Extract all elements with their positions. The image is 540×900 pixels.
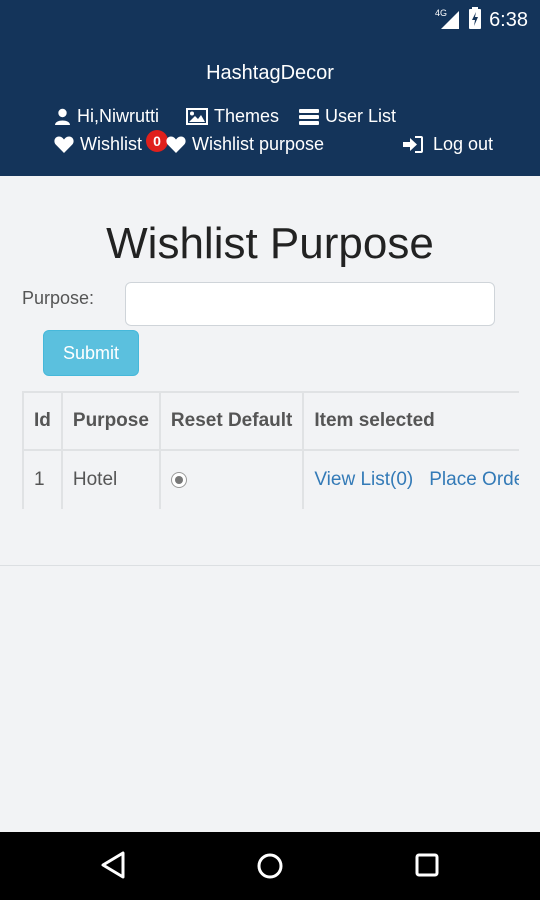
cell-purpose: Hotel xyxy=(60,449,161,509)
content-divider xyxy=(0,565,540,566)
heart-icon xyxy=(54,136,74,153)
purpose-input[interactable] xyxy=(125,282,495,326)
nav-wishlist[interactable]: Wishlist xyxy=(54,134,142,155)
nav-themes[interactable]: Themes xyxy=(186,106,279,127)
nav-user-list[interactable]: User List xyxy=(299,106,396,127)
home-icon[interactable] xyxy=(256,852,284,885)
image-icon xyxy=(186,108,208,125)
place-order-link[interactable]: Place Order xyxy=(429,469,519,490)
cell-item-selected: View List(0) Place Order xyxy=(302,449,519,509)
column-header-item-selected: Item selected xyxy=(302,391,519,451)
column-header-id: Id xyxy=(22,391,63,451)
nav-logout-label: Log out xyxy=(433,134,494,154)
back-icon[interactable] xyxy=(100,850,126,885)
reset-default-radio[interactable] xyxy=(170,471,187,488)
nav-themes-label: Themes xyxy=(214,106,280,126)
submit-button[interactable]: Submit xyxy=(43,330,139,376)
nav-wishlist-purpose-label: Wishlist purpose xyxy=(192,134,325,154)
system-nav-bar xyxy=(0,832,540,900)
app-header: HashtagDecor Hi,Niwrutti Themes User Lis… xyxy=(0,36,540,176)
nav-user-label: Hi,Niwrutti xyxy=(77,106,160,126)
table-row: 1 Hotel View List(0) Place Order xyxy=(22,449,519,509)
nav-logout[interactable]: Log out xyxy=(403,134,493,155)
nav-wishlist-label: Wishlist xyxy=(80,134,142,154)
purpose-table-wrapper: Id Purpose Reset Default Item selected 1… xyxy=(22,391,519,509)
cell-reset-default xyxy=(158,449,305,509)
wishlist-count-badge: 0 xyxy=(146,130,168,152)
nav-user-list-label: User List xyxy=(325,106,397,126)
table-header-row: Id Purpose Reset Default Item selected xyxy=(22,391,519,451)
page-title: Wishlist Purpose xyxy=(106,219,434,269)
nav-wishlist-purpose[interactable]: Wishlist purpose xyxy=(166,134,324,155)
purpose-label: Purpose: xyxy=(22,288,95,308)
status-bar: 4G 6:38 xyxy=(0,0,540,36)
view-list-link[interactable]: View List(0) xyxy=(314,469,413,490)
purpose-table: Id Purpose Reset Default Item selected 1… xyxy=(22,391,519,509)
nav-user[interactable]: Hi,Niwrutti xyxy=(54,106,159,127)
signal-icon: 4G xyxy=(435,7,461,34)
recents-icon[interactable] xyxy=(414,852,440,883)
clock: 6:38 xyxy=(489,9,528,31)
heart-icon xyxy=(166,136,186,153)
cell-id: 1 xyxy=(22,449,63,509)
user-icon xyxy=(54,108,71,125)
sign-out-icon xyxy=(403,136,423,153)
column-header-purpose: Purpose xyxy=(60,391,161,451)
network-type: 4G xyxy=(435,8,447,18)
battery-icon xyxy=(469,7,482,34)
list-icon xyxy=(299,108,319,125)
column-header-reset-default: Reset Default xyxy=(158,391,305,451)
brand-title[interactable]: HashtagDecor xyxy=(0,62,540,85)
